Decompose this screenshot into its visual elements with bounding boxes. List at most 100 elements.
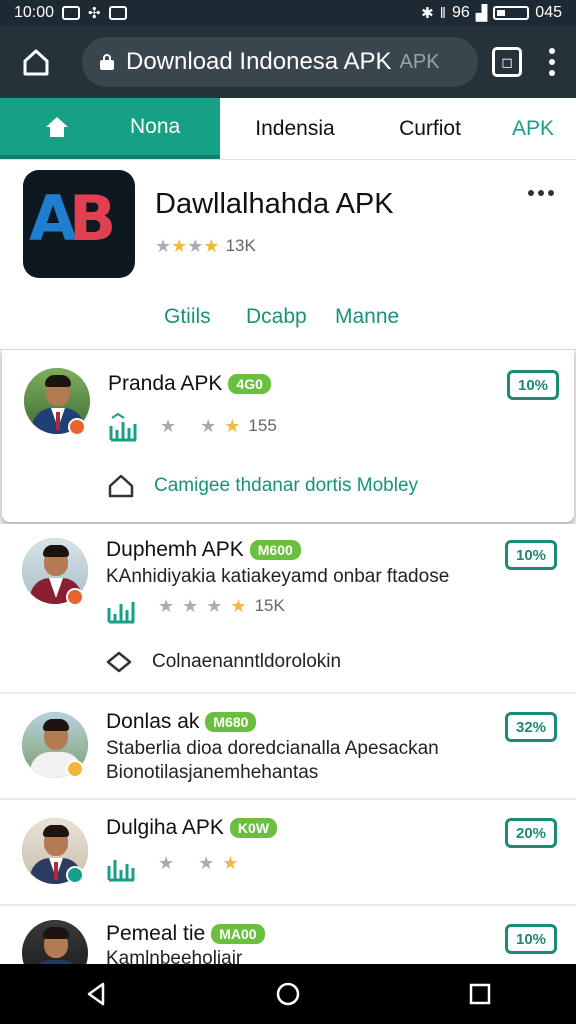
percent-badge: 10%	[507, 370, 559, 400]
vibrate-icon: ‖	[439, 4, 446, 22]
battery-text: 045	[535, 4, 562, 21]
overflow-menu-button[interactable]	[540, 42, 564, 82]
star-icon: ★	[224, 416, 241, 436]
status-time: 10:00	[14, 4, 55, 21]
tab-apk[interactable]: APK	[490, 98, 576, 159]
item-link[interactable]: Camigee thdanar dortis Mobley	[108, 474, 418, 498]
link-text: Camigee thdanar dortis Mobley	[154, 475, 419, 496]
status-bar: 10:00 ✣ ✱ ‖ 96 ▟ 045	[0, 0, 576, 26]
tab-home[interactable]: Nona	[0, 98, 220, 159]
app-title: Dawllalhahda APK	[155, 188, 394, 220]
item-tag: M600	[249, 540, 301, 560]
browser-toolbar: Download Indonesa APK APK ◻	[0, 26, 576, 98]
photo-notification-icon	[108, 6, 127, 20]
item-tag: MA00	[211, 924, 265, 944]
list-item[interactable]: Dulgiha APK K0W 20% ★ ★ ★	[0, 800, 576, 904]
rating-count: 15K	[254, 596, 285, 615]
list-item[interactable]: Donlas ak M680 Staberlia dioa doredciana…	[0, 694, 576, 798]
tab-indonesia[interactable]: Indensia	[220, 98, 370, 159]
app-logo: AB	[23, 170, 135, 278]
chart-icon	[107, 602, 135, 624]
star-icon: ★	[187, 236, 204, 256]
chart-icon	[109, 412, 137, 442]
recents-icon[interactable]	[467, 981, 493, 1007]
chart-icon	[107, 860, 135, 882]
item-tag: 4G0	[228, 374, 271, 394]
home-icon	[23, 49, 49, 76]
list-item[interactable]: Pranda APK 4G0 10% ★ ★ ★ 155 Camigee thd…	[2, 350, 574, 522]
home-circle-icon[interactable]	[275, 981, 301, 1007]
battery-icon	[493, 6, 530, 20]
tabs-button[interactable]: ◻	[492, 47, 522, 77]
item-title: Pemeal tie MA00	[106, 922, 265, 946]
item-rating: ★ ★ ★ ★ 15K	[158, 596, 285, 616]
item-title: Pranda APK 4G0	[108, 372, 271, 396]
star-icon: ★	[230, 596, 247, 616]
status-badge	[66, 866, 84, 884]
star-icon: ★	[155, 236, 172, 256]
tab-curfiot[interactable]: Curfiot	[370, 98, 490, 159]
network-label: 96	[451, 4, 470, 21]
tabs-icon: ◻	[501, 53, 513, 70]
tab-label: Nona	[130, 114, 181, 138]
star-icon: ★	[198, 853, 215, 873]
system-nav-bar	[0, 964, 576, 1024]
url-text: Download Indonesa APK	[126, 48, 392, 75]
avatar	[22, 920, 88, 964]
item-tag: K0W	[229, 818, 278, 838]
item-rating: ★ ★ ★ 155	[160, 416, 277, 436]
percent-badge: 20%	[505, 818, 557, 848]
item-description: KAnhidiyakia katiakeyamd onbar ftadose	[106, 566, 450, 587]
star-icon: ★	[171, 236, 188, 256]
status-badge	[66, 588, 84, 606]
item-title: Dulgiha APK K0W	[106, 816, 278, 840]
back-icon[interactable]	[83, 981, 109, 1007]
action-more[interactable]: Manne	[335, 305, 399, 329]
action-description[interactable]: Dcabp	[246, 305, 307, 329]
star-icon: ★	[182, 596, 199, 616]
percent-badge: 10%	[505, 924, 557, 954]
star-icon: ★	[160, 416, 177, 436]
home-button[interactable]	[12, 38, 60, 86]
action-details[interactable]: Gtiils	[164, 305, 211, 329]
status-badge	[68, 418, 86, 436]
category-tabs: Nona Indensia Curfiot APK	[0, 98, 576, 160]
star-icon: ★	[158, 853, 175, 873]
app-rating: ★ ★ ★ ★ 13K	[155, 236, 256, 256]
item-description: Kamlnbeeholiair	[106, 948, 243, 964]
link-text: Colnaenanntldorolokin	[152, 651, 342, 672]
address-bar[interactable]: Download Indonesa APK APK	[82, 37, 478, 87]
item-link[interactable]: Colnaenanntldorolokin	[106, 650, 341, 674]
percent-badge: 10%	[505, 540, 557, 570]
item-description: Staberlia dioa doredcianalla Apesackan	[106, 738, 439, 759]
star-icon: ★	[200, 416, 217, 436]
status-badge	[66, 760, 84, 778]
signal-icon: ▟	[475, 5, 488, 22]
item-name: Pranda APK	[108, 372, 223, 395]
item-name: Pemeal tie	[106, 922, 206, 945]
item-title: Duphemh APK M600	[106, 538, 301, 562]
usb-icon: ✣	[88, 5, 101, 22]
list-item[interactable]: Pemeal tie MA00 Kamlnbeeholiair 10%	[0, 906, 576, 964]
item-description-2: Bionotilasjanemhehantas	[106, 762, 319, 783]
item-title: Donlas ak M680	[106, 710, 257, 734]
bluetooth-icon: ✱	[421, 5, 434, 22]
notification-icon	[62, 6, 81, 20]
star-icon: ★	[222, 853, 239, 873]
item-rating: ★ ★ ★	[158, 854, 238, 872]
item-name: Donlas ak	[106, 710, 200, 733]
rating-count: 155	[248, 416, 277, 435]
home-tab-icon	[46, 116, 68, 137]
percent-badge: 32%	[505, 712, 557, 742]
lock-icon	[100, 54, 114, 70]
more-options-button[interactable]	[528, 190, 554, 196]
item-name: Dulgiha APK	[106, 816, 224, 839]
list-item[interactable]: Duphemh APK M600 KAnhidiyakia katiakeyam…	[0, 524, 576, 692]
item-name: Duphemh APK	[106, 538, 244, 561]
url-suffix: APK	[399, 50, 440, 73]
star-icon: ★	[203, 236, 220, 256]
item-tag: M680	[205, 712, 257, 732]
rating-count: 13K	[225, 236, 256, 255]
app-header-card: AB Dawllalhahda APK ★ ★ ★ ★ 13K Gtiils D…	[0, 160, 576, 350]
house-outline-icon	[108, 474, 134, 498]
